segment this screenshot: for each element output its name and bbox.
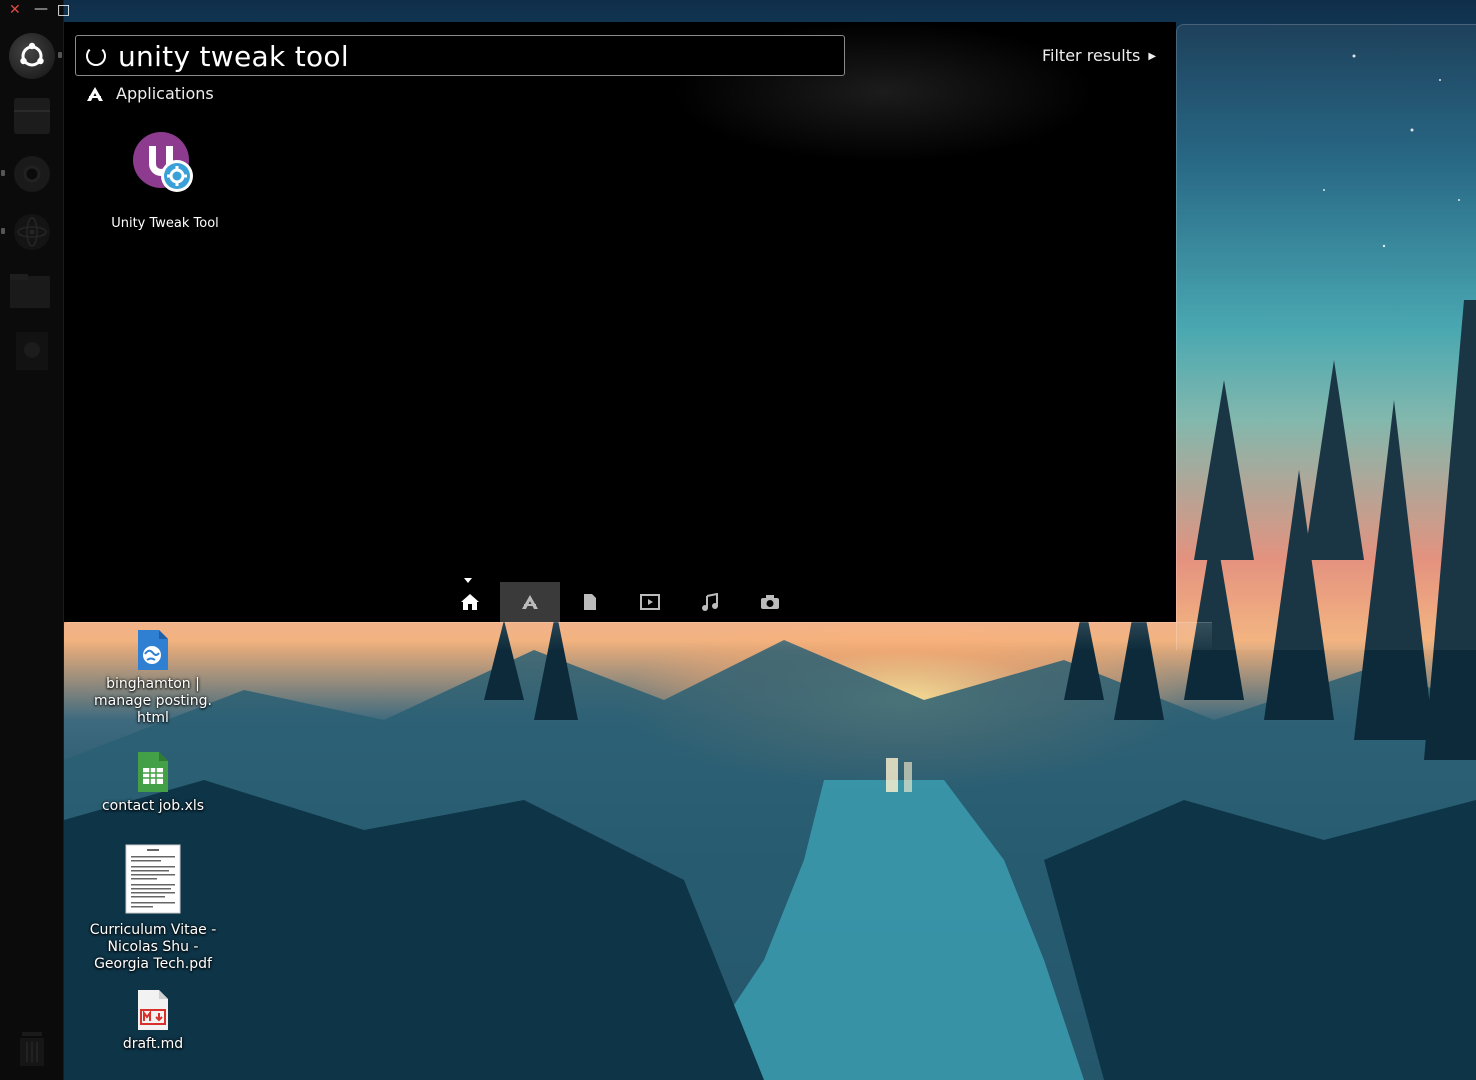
category-header: Applications [86, 84, 214, 103]
app-result-label: Unity Tweak Tool [111, 216, 219, 231]
minimize-icon[interactable]: — [34, 1, 48, 17]
active-indicator [58, 52, 62, 58]
desktop-icon-label: contact job.xls [101, 798, 205, 814]
desktop-icon-pdf[interactable]: Curriculum Vitae - Nicolas Shu - Georgia… [88, 844, 218, 973]
lens-files[interactable] [560, 582, 620, 622]
spreadsheet-icon [138, 752, 168, 792]
desktop-icon-label: binghamton | manage posting. html [94, 676, 212, 726]
app-result-unity-tweak-tool[interactable]: Unity Tweak Tool [110, 132, 220, 231]
lens-bar [440, 582, 800, 622]
pdf-document-icon [125, 844, 181, 914]
close-icon[interactable]: ✕ [9, 2, 21, 18]
dash-side-panel [1176, 24, 1476, 650]
video-icon [640, 594, 660, 610]
trash-icon[interactable] [8, 1022, 56, 1070]
lens-applications[interactable] [500, 582, 560, 622]
music-icon [702, 593, 718, 611]
lens-home[interactable] [440, 582, 500, 622]
chrome-icon[interactable] [8, 150, 56, 198]
desktop-icon-label: draft.md [122, 1036, 184, 1052]
desktop-icon-xls[interactable]: contact job.xls [88, 750, 218, 815]
search-box[interactable] [75, 35, 845, 76]
disk-icon[interactable] [8, 326, 56, 374]
lens-video[interactable] [620, 582, 680, 622]
desktop-icon-md[interactable]: draft.md [88, 988, 218, 1053]
filter-results-label: Filter results [1042, 46, 1141, 65]
desktop-icon-html[interactable]: binghamton | manage posting. html [88, 628, 218, 727]
unity-launcher [0, 0, 64, 1080]
files-icon[interactable] [8, 92, 56, 140]
html-file-icon [138, 630, 168, 670]
file-icon [584, 594, 596, 610]
maximize-icon[interactable]: □ [57, 2, 70, 18]
lens-photos[interactable] [740, 582, 800, 622]
home-icon [461, 594, 479, 610]
filter-results-button[interactable]: Filter results ▶ [1042, 46, 1156, 65]
desktop-icon-label: Curriculum Vitae - Nicolas Shu - Georgia… [89, 922, 217, 972]
folder-icon[interactable] [8, 266, 56, 314]
lens-music[interactable] [680, 582, 740, 622]
category-label: Applications [116, 84, 214, 103]
running-indicator [1, 170, 5, 176]
unity-tweak-tool-icon [133, 132, 193, 192]
ubuntu-dash-icon[interactable] [9, 33, 55, 79]
running-indicator [1, 228, 5, 234]
atom-icon[interactable] [8, 208, 56, 256]
spinner-icon [86, 46, 106, 66]
applications-icon [87, 86, 103, 101]
applications-icon [522, 595, 538, 609]
camera-icon [761, 595, 779, 609]
triangle-right-icon: ▶ [1148, 51, 1157, 62]
dash-frame-edge [64, 622, 1212, 652]
search-input[interactable] [118, 38, 818, 74]
unity-dash: Filter results ▶ Applications Unity Tweak… [64, 22, 1176, 622]
markdown-file-icon [138, 990, 168, 1030]
